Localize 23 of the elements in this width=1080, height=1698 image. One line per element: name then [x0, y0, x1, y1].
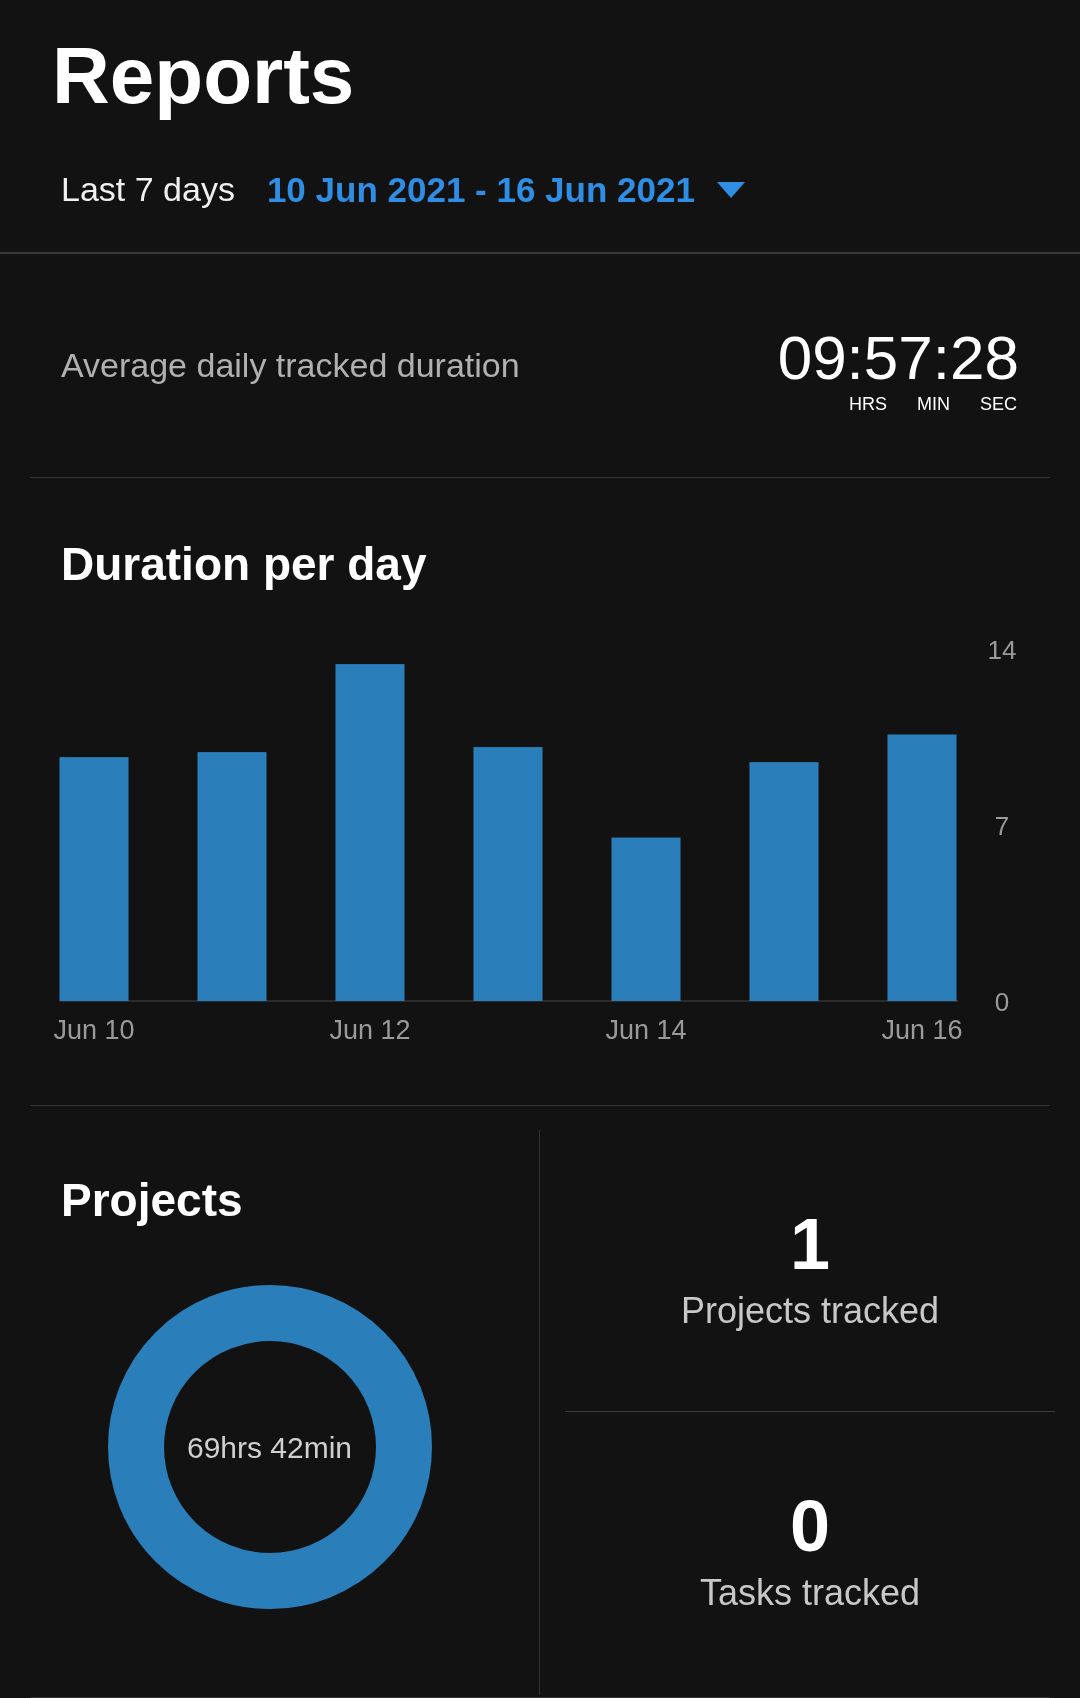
y-axis-label: 0 [994, 987, 1010, 1017]
x-axis-label: Jun 14 [605, 1015, 687, 1045]
date-range-dropdown[interactable]: 10 Jun 2021 - 16 Jun 2021 [266, 163, 745, 217]
section-title: Duration per day [61, 537, 427, 592]
period-label: Last 7 days [61, 169, 235, 211]
time-unit-label: SEC [980, 392, 1017, 416]
x-axis-label: Jun 12 [329, 1015, 411, 1045]
y-axis-label: 7 [994, 811, 1010, 841]
section-title: Projects [61, 1173, 243, 1228]
caret-icon [716, 181, 745, 198]
time-unit-label: MIN [917, 392, 950, 416]
x-axis-label: Jun 10 [53, 1015, 135, 1045]
average-label: Average daily tracked duration [61, 344, 520, 386]
stat-label: Tasks tracked [699, 1571, 921, 1615]
page-title: Reports [52, 30, 355, 122]
x-axis-label: Jun 16 [881, 1015, 963, 1045]
stat-value: 0 [789, 1486, 830, 1566]
stat-value: 1 [789, 1203, 830, 1284]
stat-label: Projects tracked [680, 1288, 940, 1333]
time-unit-label: HRS [848, 392, 887, 416]
average-time: 09:57:28 [777, 324, 1019, 391]
y-axis-label: 14 [987, 635, 1017, 665]
total-duration: 69hrs 42min [186, 1429, 353, 1466]
